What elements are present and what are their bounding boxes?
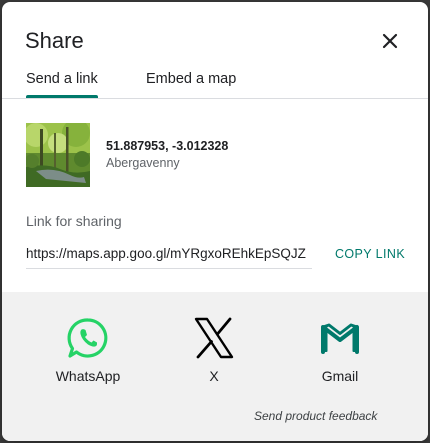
tab-send-a-link[interactable]: Send a link (26, 70, 98, 88)
location-thumbnail[interactable] (26, 123, 90, 187)
share-link-field[interactable]: https://maps.app.goo.gl/mYRgxoREhkEpSQJZ (26, 242, 312, 269)
dialog-title: Share (25, 28, 84, 53)
location-place-name: Abergavenny (106, 156, 180, 170)
active-tab-indicator (26, 95, 98, 98)
share-targets-panel: WhatsApp X Gmail Send product feedback (2, 292, 428, 441)
close-icon[interactable] (378, 29, 402, 53)
tab-bar: Send a link Embed a map (2, 62, 428, 99)
x-logo-icon (192, 316, 236, 360)
send-feedback-link[interactable]: Send product feedback (254, 409, 377, 424)
copy-link-button[interactable]: COPY LINK (335, 247, 405, 262)
share-whatsapp-button[interactable]: WhatsApp (48, 316, 128, 385)
share-x-button[interactable]: X (174, 316, 254, 385)
link-label: Link for sharing (26, 213, 122, 229)
whatsapp-label: WhatsApp (55, 368, 121, 384)
whatsapp-icon (66, 316, 110, 360)
x-label: X (209, 368, 219, 384)
gmail-icon (318, 316, 362, 360)
gmail-label: Gmail (321, 368, 359, 384)
share-dialog: Share Send a link Embed a map 51.887953,… (2, 2, 428, 441)
tab-embed-a-map[interactable]: Embed a map (146, 70, 236, 88)
share-gmail-button[interactable]: Gmail (300, 316, 380, 385)
location-coordinates: 51.887953, -3.012328 (106, 139, 229, 153)
